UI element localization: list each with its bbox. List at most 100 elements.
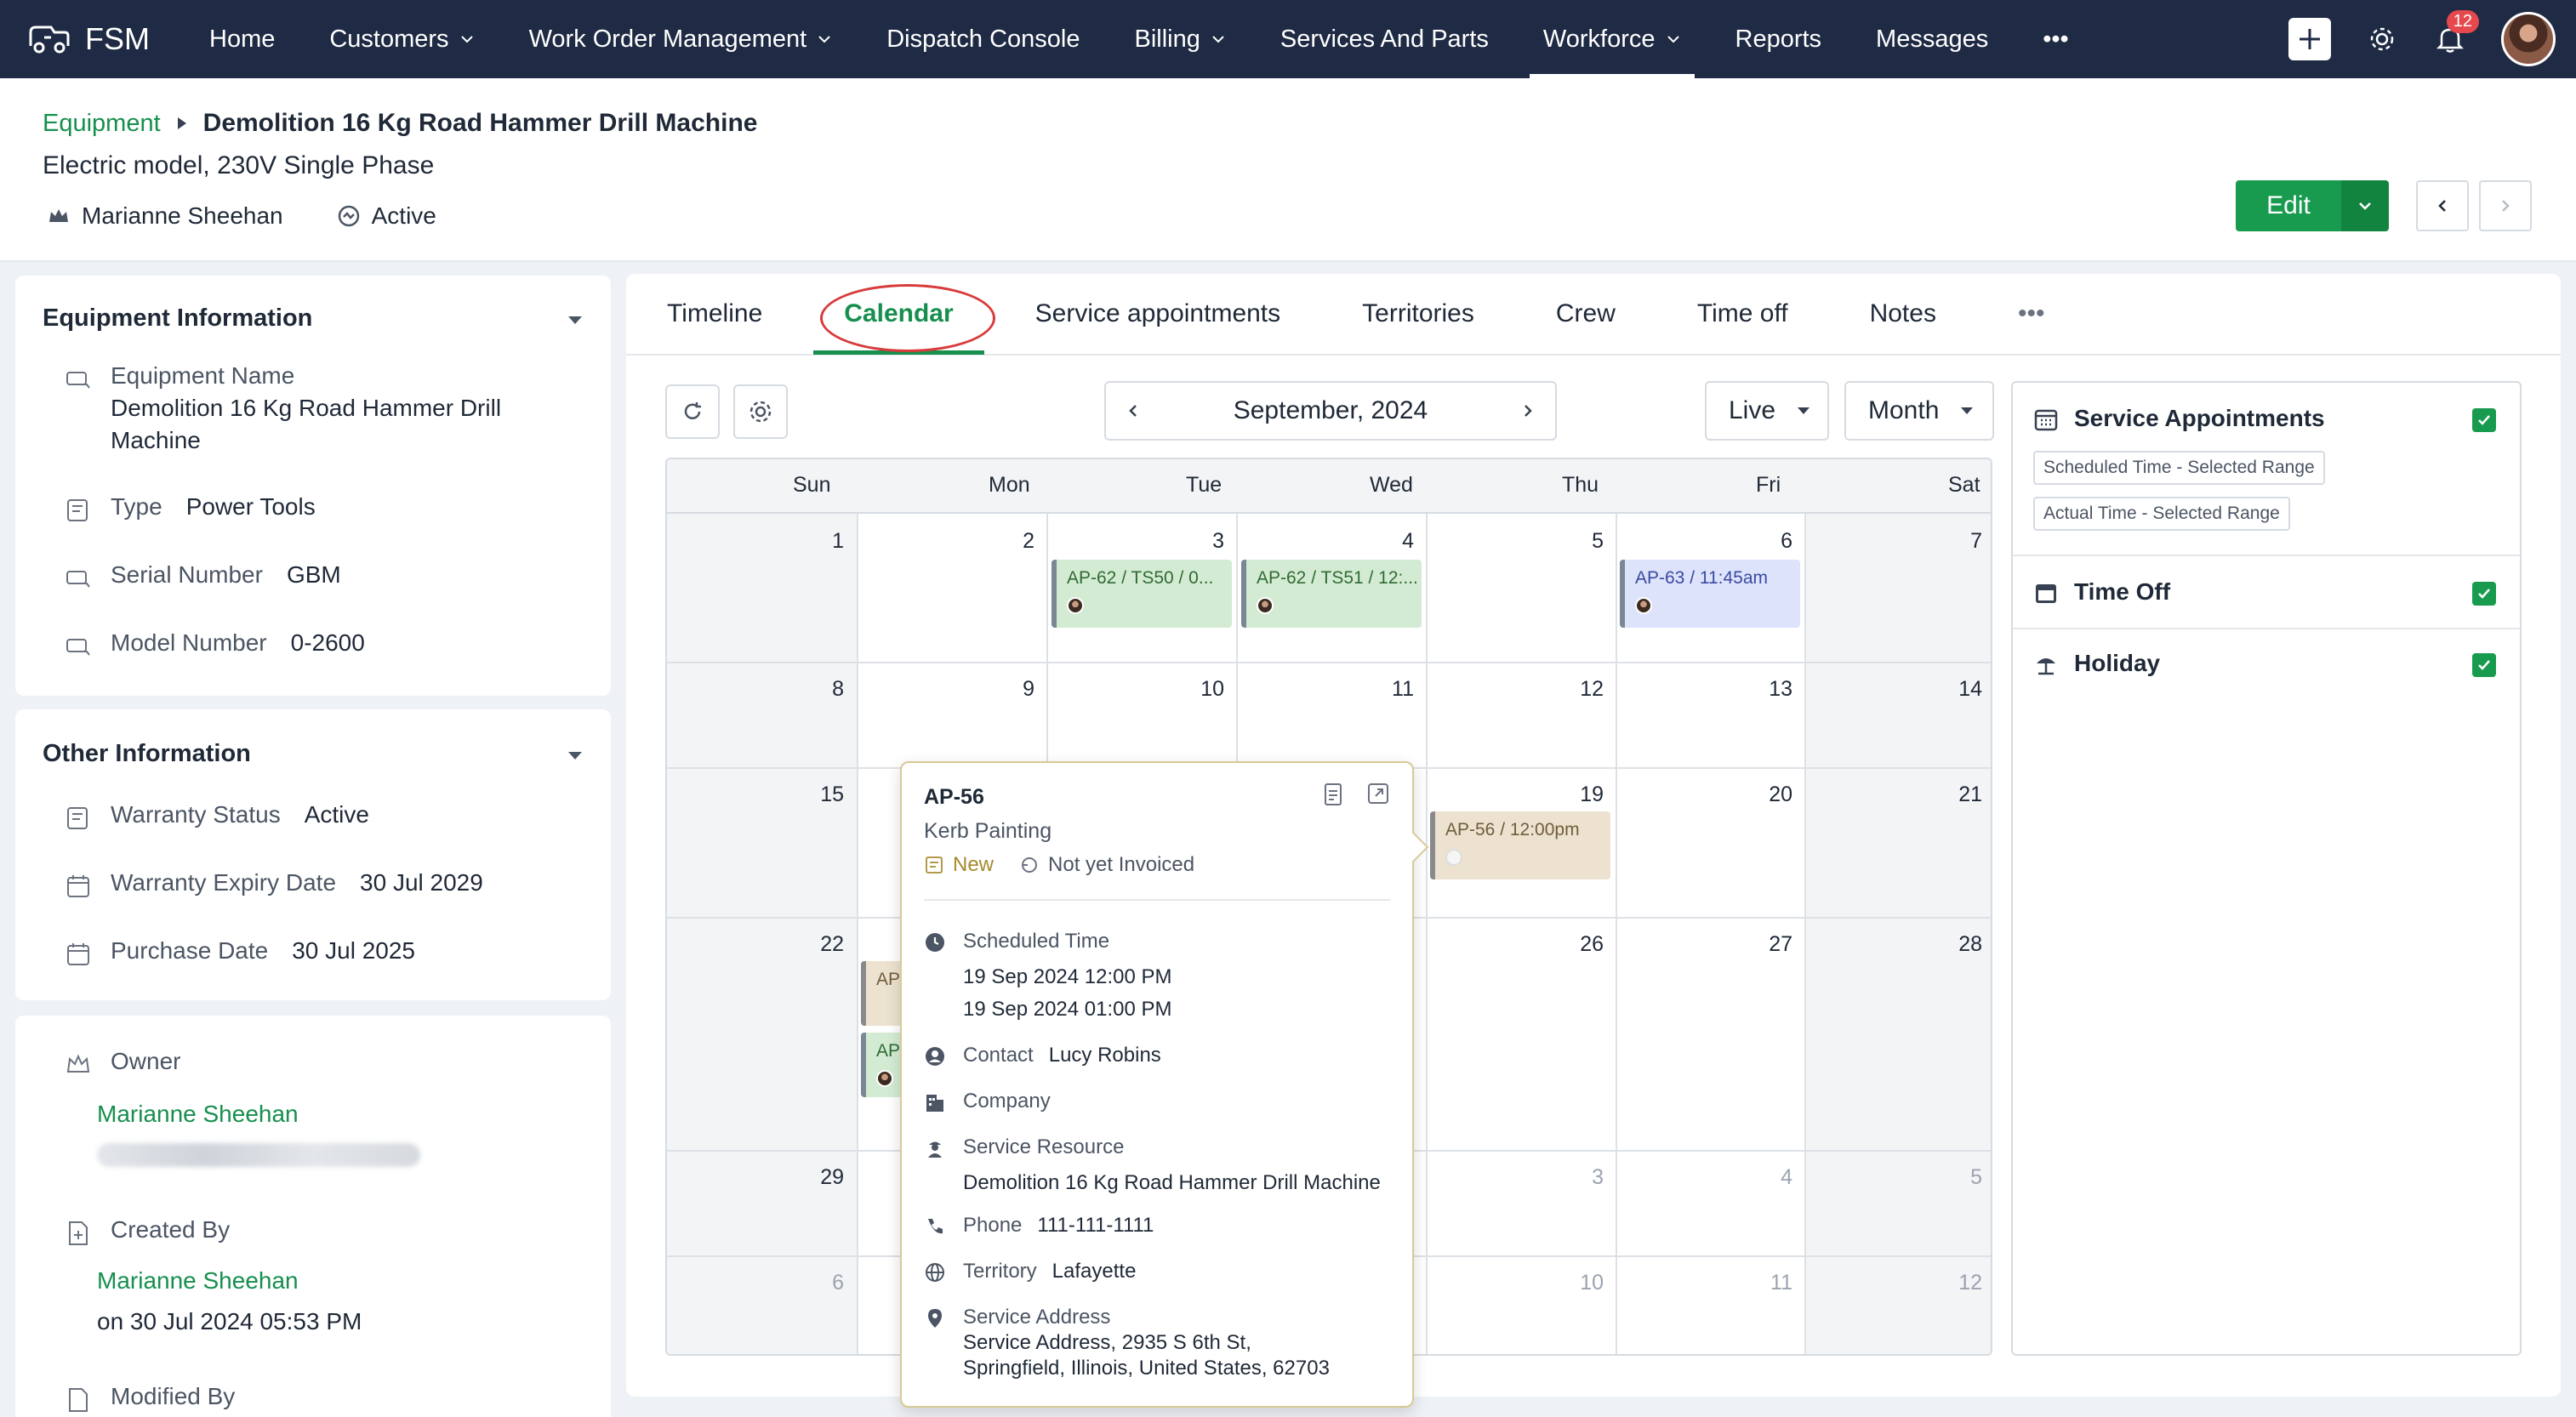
clock-icon	[926, 933, 944, 952]
field-label: Warranty Status	[111, 801, 281, 828]
nav-billing[interactable]: Billing	[1108, 0, 1253, 78]
day-number[interactable]: 12	[1536, 677, 1604, 702]
day-number[interactable]: 15	[776, 782, 844, 807]
popover-title[interactable]: AP-56	[924, 785, 984, 810]
day-number[interactable]: 29	[776, 1165, 844, 1190]
nav-customers[interactable]: Customers	[302, 0, 501, 78]
previous-record-button[interactable]	[2416, 180, 2469, 231]
day-number-next-month[interactable]: 3	[1536, 1165, 1604, 1190]
notifications-button[interactable]: 12	[2433, 10, 2479, 56]
day-number[interactable]: 11	[1346, 677, 1414, 702]
day-number-next-month[interactable]: 4	[1724, 1165, 1792, 1190]
popover-label: Scheduled Time	[963, 930, 1110, 953]
tab-service-appointments[interactable]: Service appointments	[994, 273, 1322, 355]
day-number[interactable]: 14	[1914, 677, 1982, 702]
next-record-button[interactable]	[2479, 180, 2532, 231]
filter-holiday: Holiday	[2013, 629, 2520, 703]
mode-select[interactable]: Live	[1705, 381, 1829, 441]
day-number[interactable]: 26	[1536, 932, 1604, 957]
calendar-settings-button[interactable]	[733, 384, 788, 439]
nav-reports[interactable]: Reports	[1708, 0, 1849, 78]
current-month-label[interactable]: September, 2024	[1234, 396, 1428, 425]
actual-time-chip[interactable]: Actual Time - Selected Range	[2033, 497, 2290, 531]
phone-value[interactable]: 111-111-1111	[1037, 1214, 1154, 1238]
calendar-event[interactable]: AP-62 / TS51 / 12:...	[1241, 560, 1422, 628]
calendar-event[interactable]: AP-63 / 11:45am	[1620, 560, 1800, 628]
day-number[interactable]: 5	[1536, 529, 1604, 554]
day-number[interactable]: 22	[776, 932, 844, 957]
day-number[interactable]: 28	[1914, 932, 1982, 957]
day-header-fri: Fri	[1756, 473, 1781, 497]
user-avatar[interactable]	[2501, 12, 2556, 66]
service-resource-value[interactable]: Demolition 16 Kg Road Hammer Drill Machi…	[963, 1171, 1381, 1195]
day-number[interactable]: 1	[776, 529, 844, 554]
brand[interactable]: FSM	[0, 20, 170, 58]
popover-contact: Contact Lucy Robins	[924, 1044, 1161, 1067]
field-value: Active	[304, 801, 369, 828]
grid-line	[1616, 514, 1617, 1354]
settings-button[interactable]	[2365, 22, 2399, 56]
nav-messages[interactable]: Messages	[1849, 0, 2015, 78]
calendar-event-selected[interactable]: AP-56 / 12:00pm	[1430, 811, 1610, 879]
day-number-next-month[interactable]: 6	[776, 1271, 844, 1295]
holiday-checkbox[interactable]	[2472, 653, 2496, 677]
address-line2: Springfield, Illinois, United States, 62…	[963, 1357, 1330, 1380]
open-external-icon[interactable]	[1366, 782, 1390, 805]
tab-crew[interactable]: Crew	[1515, 273, 1656, 355]
day-number[interactable]: 9	[966, 677, 1034, 702]
day-number[interactable]: 13	[1724, 677, 1792, 702]
day-number-next-month[interactable]: 10	[1536, 1271, 1604, 1295]
nav-work-order-management[interactable]: Work Order Management	[502, 0, 860, 78]
field-label: Serial Number	[111, 561, 263, 588]
nav-home[interactable]: Home	[182, 0, 302, 78]
day-number[interactable]: 7	[1914, 529, 1982, 554]
day-number[interactable]: 8	[776, 677, 844, 702]
edit-button[interactable]: Edit	[2236, 180, 2341, 231]
day-number[interactable]: 27	[1724, 932, 1792, 957]
day-number[interactable]: 20	[1724, 782, 1792, 807]
nav-services-and-parts[interactable]: Services And Parts	[1253, 0, 1516, 78]
chevron-down-icon	[460, 36, 473, 43]
refresh-button[interactable]	[665, 384, 720, 439]
scheduled-time-chip[interactable]: Scheduled Time - Selected Range	[2033, 451, 2325, 485]
collapse-caret-icon[interactable]	[568, 752, 582, 760]
day-number-next-month[interactable]: 12	[1914, 1271, 1982, 1295]
owner-link[interactable]: Marianne Sheehan	[97, 1101, 299, 1128]
edit-dropdown-button[interactable]	[2341, 180, 2389, 231]
previous-month-icon[interactable]	[1125, 402, 1142, 419]
day-number[interactable]: 3	[1156, 529, 1224, 554]
tabs-more-button[interactable]: •••	[1977, 273, 2086, 355]
building-icon	[926, 1095, 943, 1112]
day-number[interactable]: 10	[1156, 677, 1224, 702]
tab-notes[interactable]: Notes	[1829, 273, 1977, 355]
popover-label: Service Address	[963, 1306, 1111, 1329]
document-icon[interactable]	[1322, 782, 1344, 807]
nav-messages-label: Messages	[1876, 25, 1989, 53]
breadcrumb-equipment-link[interactable]: Equipment	[43, 110, 161, 138]
created-by-link[interactable]: Marianne Sheehan	[97, 1267, 299, 1295]
view-select[interactable]: Month	[1844, 381, 1994, 441]
calendar-event[interactable]: AP-62 / TS50 / 0...	[1051, 560, 1232, 628]
field-label: Created By	[111, 1216, 231, 1243]
contact-value[interactable]: Lucy Robins	[1049, 1044, 1161, 1067]
nav-more[interactable]: •••	[2015, 0, 2095, 78]
collapse-caret-icon[interactable]	[568, 316, 582, 324]
day-number-next-month[interactable]: 11	[1724, 1271, 1792, 1295]
add-new-button[interactable]	[2288, 18, 2331, 60]
calendar-icon	[67, 875, 89, 897]
tab-territories[interactable]: Territories	[1321, 273, 1515, 355]
day-number[interactable]: 4	[1346, 529, 1414, 554]
nav-workforce[interactable]: Workforce	[1516, 0, 1708, 78]
tab-time-off[interactable]: Time off	[1656, 273, 1829, 355]
field-equipment-name: Equipment Name Demolition 16 Kg Road Ham…	[65, 362, 501, 454]
nav-dispatch-console[interactable]: Dispatch Console	[859, 0, 1107, 78]
day-number[interactable]: 21	[1914, 782, 1982, 807]
tab-timeline[interactable]: Timeline	[626, 273, 803, 355]
day-number[interactable]: 6	[1724, 529, 1792, 554]
next-month-icon[interactable]	[1519, 402, 1536, 419]
time-off-checkbox[interactable]	[2472, 582, 2496, 606]
day-number-next-month[interactable]: 5	[1914, 1165, 1982, 1190]
service-appointments-checkbox[interactable]	[2472, 408, 2496, 432]
day-number[interactable]: 2	[966, 529, 1034, 554]
day-number[interactable]: 19	[1536, 782, 1604, 807]
